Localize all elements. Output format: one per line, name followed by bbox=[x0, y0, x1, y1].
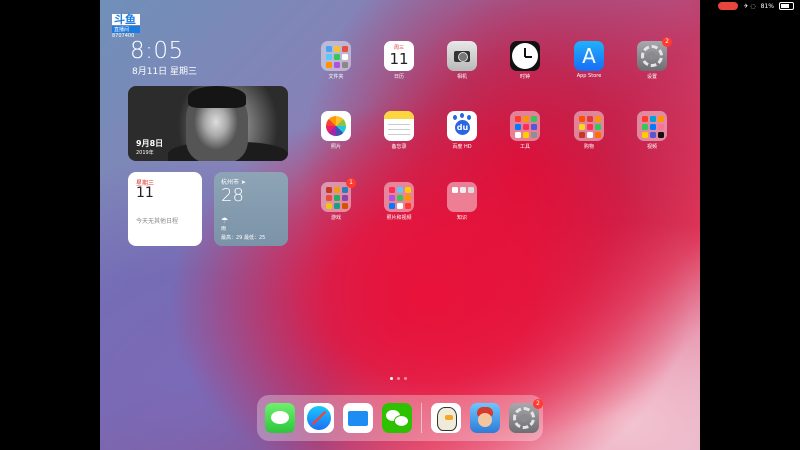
messages-icon[interactable] bbox=[265, 403, 295, 433]
page-dot bbox=[404, 377, 407, 380]
douyu-logo-mark: 斗鱼 bbox=[112, 14, 140, 25]
app-label: 备忘录 bbox=[391, 144, 407, 150]
status-bar: ✈ ◌ 81% bbox=[718, 2, 794, 10]
page-indicator[interactable] bbox=[390, 377, 407, 380]
photo-widget-title: 9月8日 bbox=[136, 139, 164, 148]
notification-badge: 2 bbox=[533, 399, 543, 409]
weather-widget[interactable]: 杭州市 ➤ 28 ☂ 雨 最高：29 最低：25 bbox=[214, 172, 288, 246]
battery-percent: 81% bbox=[760, 2, 774, 10]
notification-badge: 2 bbox=[662, 37, 672, 47]
app-label: 知识 bbox=[456, 215, 467, 221]
notification-badge: 1 bbox=[346, 178, 356, 188]
clock-icon bbox=[510, 41, 540, 71]
folder-icon bbox=[321, 41, 351, 71]
app-folder-games[interactable]: 1 游戏 bbox=[320, 178, 356, 221]
douyu-watermark: 斗鱼 直播间 8707400 bbox=[112, 14, 140, 40]
folder-icon bbox=[384, 182, 414, 212]
calendar-widget[interactable]: 星期三 11 今天无其他日程 bbox=[128, 172, 202, 246]
eagle-app-icon[interactable] bbox=[431, 403, 461, 433]
app-label: 时钟 bbox=[519, 74, 530, 80]
app-label: 设置 bbox=[646, 74, 657, 80]
weather-hilo: 最高：29 最低：25 bbox=[221, 235, 266, 241]
page-dot bbox=[397, 377, 400, 380]
app-folder-knowledge[interactable]: 知识 bbox=[446, 182, 478, 221]
battery-icon bbox=[779, 2, 794, 10]
app-label: 购物 bbox=[583, 144, 594, 150]
calendar-icon-day: 11 bbox=[389, 50, 409, 68]
app-label: 视频 bbox=[646, 144, 657, 150]
app-app-store[interactable]: A App Store bbox=[573, 41, 605, 79]
dock-separator bbox=[421, 403, 422, 433]
app-photos[interactable]: 照片 bbox=[320, 111, 352, 150]
douyu-logo-sub: 直播间 bbox=[112, 26, 140, 33]
clock-date: 8月11日 星期三 bbox=[132, 67, 198, 77]
app-label: 日历 bbox=[393, 74, 404, 80]
folder-icon bbox=[637, 111, 667, 141]
notes-icon bbox=[384, 111, 414, 141]
page-dot bbox=[390, 377, 393, 380]
camera-icon bbox=[447, 41, 477, 71]
photo-person-hair bbox=[188, 86, 246, 108]
app-folder-files[interactable]: 文件夹 bbox=[320, 41, 352, 80]
photo-widget[interactable]: 9月8日 2019年 bbox=[128, 86, 288, 161]
photos-icon bbox=[321, 111, 351, 141]
app-label: 工具 bbox=[519, 144, 530, 150]
files-icon[interactable] bbox=[343, 403, 373, 433]
app-label: 文件夹 bbox=[328, 74, 344, 80]
app-clock[interactable]: 时钟 bbox=[509, 41, 541, 80]
baidu-paw-icon: du bbox=[447, 111, 477, 141]
weather-temp: 28 bbox=[221, 185, 244, 206]
app-store-icon: A bbox=[574, 41, 604, 71]
calendar-icon: 周三 11 bbox=[384, 41, 414, 71]
weather-condition: 雨 bbox=[221, 226, 227, 232]
app-baidu-hd[interactable]: du 百度 HD bbox=[446, 111, 478, 150]
calendar-widget-empty: 今天无其他日程 bbox=[136, 218, 179, 225]
screen-recording-indicator[interactable] bbox=[718, 2, 739, 10]
clock-time: 8:05 bbox=[130, 38, 184, 64]
safari-icon[interactable] bbox=[304, 403, 334, 433]
app-folder-tools[interactable]: 工具 bbox=[509, 111, 541, 150]
settings-icon[interactable]: 2 bbox=[509, 399, 543, 433]
app-label: App Store bbox=[576, 73, 602, 79]
signal-icon: ✈ ◌ bbox=[743, 2, 756, 10]
game-avatar-icon[interactable] bbox=[470, 403, 500, 433]
folder-icon bbox=[574, 111, 604, 141]
cloud-rain-icon: ☂ bbox=[221, 216, 229, 225]
wechat-icon[interactable] bbox=[382, 403, 412, 433]
app-settings[interactable]: 2 设置 bbox=[636, 37, 672, 80]
app-label: 照片 bbox=[330, 144, 341, 150]
photo-widget-year: 2019年 bbox=[136, 150, 154, 156]
folder-icon bbox=[510, 111, 540, 141]
app-camera[interactable]: 相机 bbox=[446, 41, 478, 80]
folder-icon bbox=[447, 182, 477, 212]
app-label: 相机 bbox=[456, 74, 467, 80]
app-label: 百度 HD bbox=[452, 144, 472, 150]
app-folder-shopping[interactable]: 购物 bbox=[573, 111, 605, 150]
app-notes[interactable]: 备忘录 bbox=[383, 111, 415, 150]
app-label: 游戏 bbox=[330, 215, 341, 221]
dock: 2 bbox=[257, 395, 543, 441]
calendar-widget-day: 11 bbox=[136, 185, 154, 201]
app-folder-video[interactable]: 视频 bbox=[636, 111, 668, 150]
app-label: 照片和视频 bbox=[386, 215, 412, 221]
app-calendar[interactable]: 周三 11 日历 bbox=[383, 41, 415, 80]
app-folder-photo-video[interactable]: 照片和视频 bbox=[383, 182, 415, 221]
